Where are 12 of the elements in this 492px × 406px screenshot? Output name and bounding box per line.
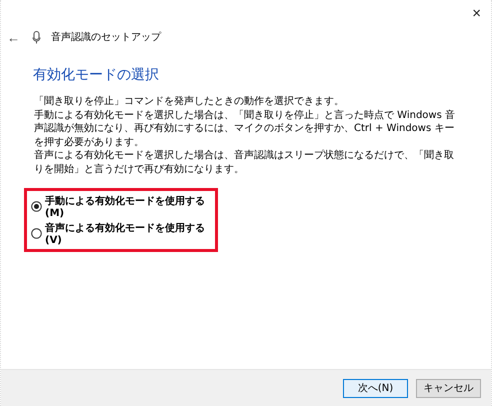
radio-option[interactable]: 音声による有効化モードを使用する(V): [31, 221, 211, 246]
cancel-button[interactable]: キャンセル: [416, 378, 481, 398]
back-button[interactable]: ←: [5, 30, 22, 44]
close-button[interactable]: ×: [468, 6, 485, 20]
window-title: 音声認識のセットアップ: [51, 30, 161, 44]
description-text: 手動による有効化モードを選択した場合は、「聞き取りを停止」と言った時点で Windows 音声認識が無効になり、再び有効にするには、マイクのボタンを押すか、Ctrl + Windows キーを押す必要があります。: [34, 108, 456, 149]
description-text: 音声による有効化モードを選択した場合は、音声認識はスリープ状態になるだけで、「聞き取りを開始」と言うだけで再び有効になります。: [34, 149, 455, 176]
page-heading: 有効化モードの選択: [33, 66, 160, 84]
next-button[interactable]: 次へ(N): [343, 378, 408, 398]
radio-option[interactable]: 手動による有効化モードを使用する(M): [31, 194, 211, 219]
description-text: 「聞き取りを停止」コマンドを発声したときの動作を選択できます。: [34, 95, 345, 108]
microphone-icon: [32, 30, 41, 44]
